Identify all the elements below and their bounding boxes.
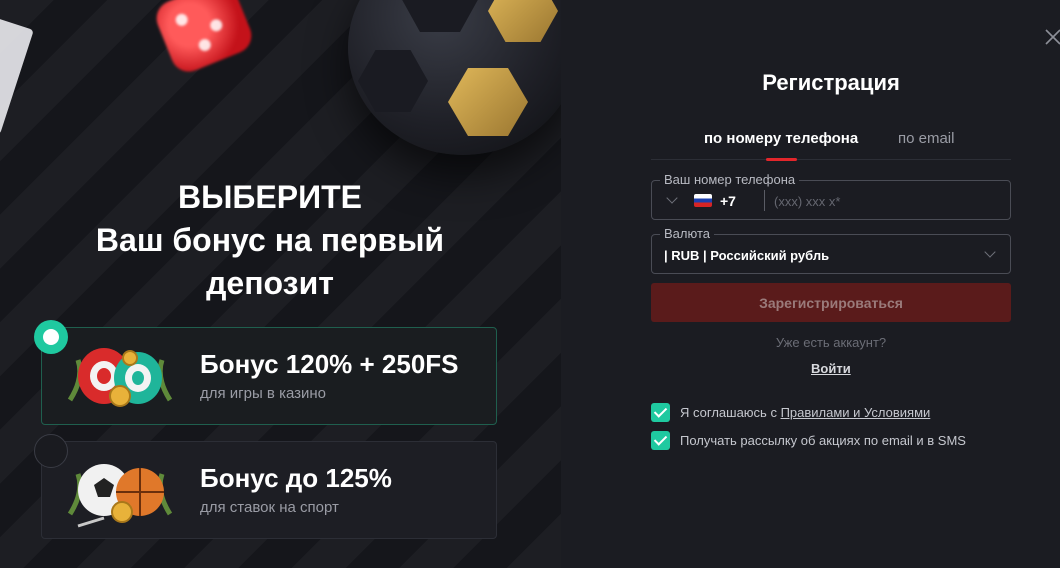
bonus-option-sport[interactable]: Бонус до 125% для ставок на спорт: [41, 441, 497, 539]
tab-email[interactable]: по email: [898, 130, 954, 147]
currency-value[interactable]: | RUB | Российский рубль: [664, 248, 829, 263]
form-title: Регистрация: [762, 70, 900, 95]
phone-input[interactable]: [774, 190, 994, 212]
currency-select[interactable]: Валюта | RUB | Российский рубль: [651, 226, 1011, 274]
close-icon[interactable]: [1042, 26, 1060, 54]
country-code[interactable]: +7: [720, 193, 736, 209]
active-tab-indicator: [766, 158, 797, 161]
register-button[interactable]: Зарегистрироваться: [651, 283, 1011, 322]
tab-phone[interactable]: по номеру телефона: [704, 130, 858, 147]
registration-tabs: по номеру телефона по email: [651, 130, 1011, 161]
sports-balls-icon: [67, 464, 173, 528]
promo-headline: ВЫБЕРИТЕ Ваш бонус на первый депозит: [0, 176, 540, 305]
casino-chips-icon: [67, 348, 173, 407]
bonus-radio-sport[interactable]: [34, 434, 68, 468]
headline-line-2: Ваш бонус на первый: [95, 222, 445, 258]
chevron-down-icon[interactable]: [984, 246, 996, 258]
terms-text: Я соглашаюсь с Правилами и Условиями: [680, 405, 930, 420]
phone-field: Ваш номер телефона +7: [651, 172, 1011, 220]
terms-link[interactable]: Правилами и Условиями: [781, 405, 931, 420]
bonus-subtitle: для игры в казино: [200, 385, 327, 402]
phone-field-label: Ваш номер телефона: [660, 172, 800, 187]
bonus-title: Бонус 120% + 250FS: [200, 349, 459, 379]
bonus-title: Бонус до 125%: [200, 463, 392, 493]
bonus-subtitle: для ставок на спорт: [200, 499, 339, 516]
russia-flag-icon[interactable]: [694, 194, 712, 207]
headline-line-1: ВЫБЕРИТЕ: [177, 179, 362, 215]
have-account-text: Уже есть аккаунт?: [775, 335, 887, 350]
chevron-down-icon[interactable]: [666, 192, 678, 204]
headline-line-3: депозит: [206, 265, 334, 301]
terms-checkbox[interactable]: [651, 403, 670, 422]
currency-field-label: Валюта: [660, 226, 714, 241]
promo-panel: ВЫБЕРИТЕ Ваш бонус на первый депозит Бон…: [0, 0, 561, 568]
newsletter-text: Получать рассылку об акциях по email и в…: [680, 433, 966, 448]
registration-panel: Регистрация по номеру телефона по email …: [561, 0, 1060, 568]
bonus-radio-casino[interactable]: [34, 320, 68, 354]
terms-prefix: Я соглашаюсь с: [680, 405, 781, 420]
newsletter-checkbox[interactable]: [651, 431, 670, 450]
field-divider: [764, 190, 765, 211]
login-link[interactable]: Войти: [811, 361, 851, 376]
bonus-option-casino[interactable]: Бонус 120% + 250FS для игры в казино: [41, 327, 497, 425]
